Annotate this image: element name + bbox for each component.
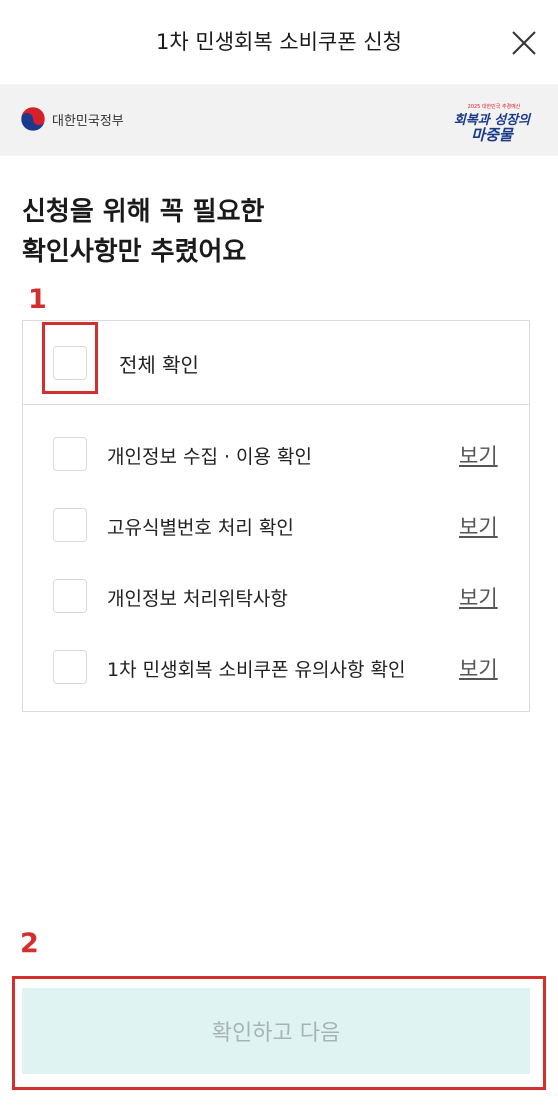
annotation-marker-2: 2 — [20, 928, 39, 959]
campaign-line2: 마중물 — [471, 126, 515, 144]
agreement-item[interactable]: 개인정보 수집 · 이용 확인 보기 — [23, 434, 529, 474]
taegeuk-emblem-icon — [20, 106, 46, 132]
agreement-label: 1차 민생회복 소비쿠폰 유의사항 확인 — [107, 659, 406, 681]
agree-all-row[interactable]: 전체 확인 — [23, 321, 529, 405]
view-link[interactable]: 보기 — [459, 653, 498, 683]
section-heading: 신청을 위해 꼭 필요한 확인사항만 추렸어요 — [22, 192, 264, 272]
heading-line1: 신청을 위해 꼭 필요한 — [22, 197, 265, 227]
agreement-checkbox[interactable] — [53, 650, 87, 684]
campaign-logo: 2025 대한민국 추경예산 회복과 성장의 마중물 — [448, 100, 538, 146]
gov-name: 대한민국정부 — [52, 113, 124, 129]
close-icon — [512, 31, 536, 55]
page-title: 1차 민생회복 소비쿠폰 신청 — [156, 30, 402, 54]
agreement-item[interactable]: 고유식별번호 처리 확인 보기 — [23, 505, 529, 545]
campaign-logo-graphic: 2025 대한민국 추경예산 회복과 성장의 마중물 — [454, 103, 532, 144]
agreement-item[interactable]: 개인정보 처리위탁사항 보기 — [23, 576, 529, 616]
view-link[interactable]: 보기 — [459, 582, 498, 612]
view-link[interactable]: 보기 — [459, 511, 498, 541]
view-link[interactable]: 보기 — [459, 440, 498, 470]
agree-all-label: 전체 확인 — [119, 353, 199, 377]
header-bar: 1차 민생회복 소비쿠폰 신청 — [0, 0, 558, 84]
campaign-small-text: 2025 대한민국 추경예산 — [468, 103, 521, 110]
close-button[interactable] — [508, 27, 540, 59]
agreement-checkbox[interactable] — [53, 508, 87, 542]
gov-logo: 대한민국정부 — [20, 106, 124, 132]
agreement-checkbox[interactable] — [53, 579, 87, 613]
agreement-label: 고유식별번호 처리 확인 — [107, 517, 294, 539]
agreement-checkbox[interactable] — [53, 437, 87, 471]
agreement-label: 개인정보 처리위탁사항 — [107, 588, 288, 610]
agreement-label: 개인정보 수집 · 이용 확인 — [107, 446, 312, 468]
annotation-highlight-1 — [42, 322, 98, 394]
agreement-list: 전체 확인 개인정보 수집 · 이용 확인 보기 고유식별번호 처리 확인 보기… — [22, 320, 530, 712]
agreement-item[interactable]: 1차 민생회복 소비쿠폰 유의사항 확인 보기 — [23, 647, 529, 687]
annotation-highlight-2 — [12, 976, 546, 1090]
annotation-marker-1: 1 — [28, 284, 47, 315]
heading-line2: 확인사항만 추렸어요 — [22, 237, 247, 267]
